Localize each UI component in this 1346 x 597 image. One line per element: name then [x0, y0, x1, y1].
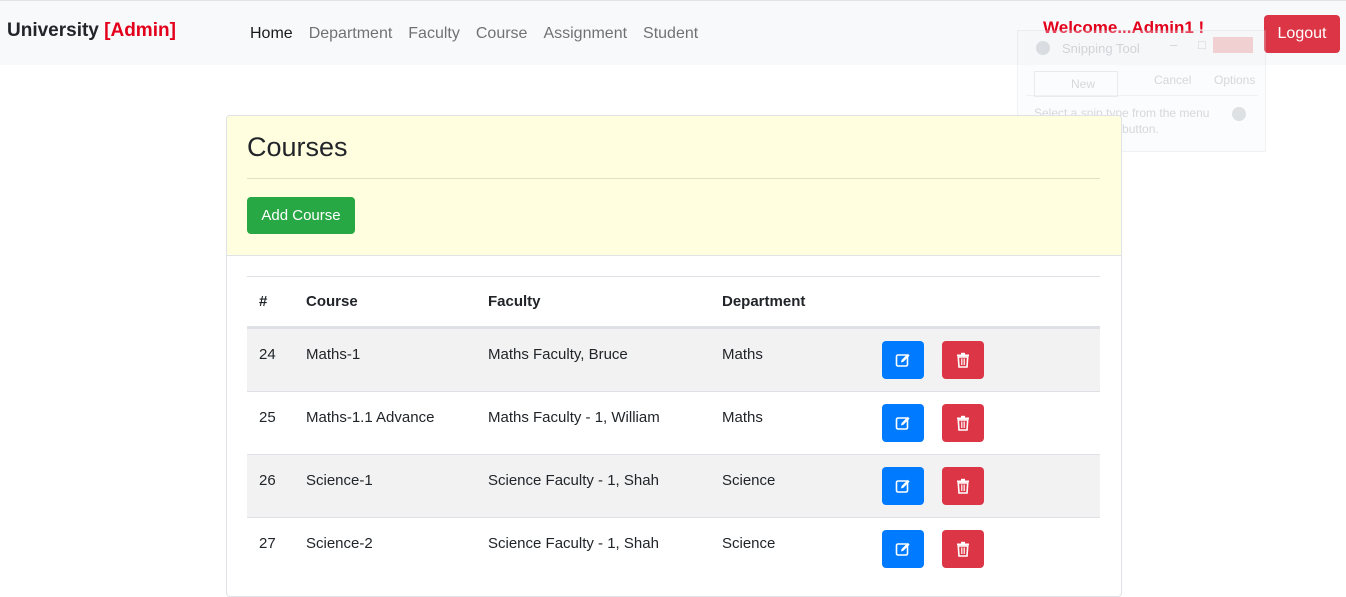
navbar: University [Admin] Home Department Facul… — [0, 0, 1346, 65]
column-header-faculty: Faculty — [488, 293, 541, 310]
cell-faculty: Science Faculty - 1, Shah — [488, 472, 659, 489]
nav-faculty[interactable]: Faculty — [408, 25, 460, 43]
cell-id: 24 — [259, 346, 276, 363]
cell-department: Science — [722, 535, 776, 552]
delete-button[interactable] — [942, 530, 984, 568]
cell-department: Science — [722, 472, 776, 489]
cell-department: Maths — [722, 346, 763, 363]
column-header-id: # — [259, 293, 268, 310]
table-row: 24 Maths-1 Maths Faculty, Bruce Maths — [247, 328, 1100, 391]
cell-id: 26 — [259, 472, 276, 489]
edit-icon — [895, 542, 910, 556]
delete-button[interactable] — [942, 404, 984, 442]
nav-course[interactable]: Course — [476, 25, 528, 43]
edit-icon — [895, 479, 910, 493]
cell-faculty: Maths Faculty - 1, William — [488, 409, 660, 426]
cell-id: 27 — [259, 535, 276, 552]
table-row: 25 Maths-1.1 Advance Maths Faculty - 1, … — [247, 391, 1100, 454]
nav-home[interactable]: Home — [250, 25, 293, 43]
cell-course: Maths-1.1 Advance — [306, 409, 435, 426]
divider — [247, 178, 1100, 179]
cancel-snip-label: Cancel — [1154, 73, 1192, 87]
edit-button[interactable] — [882, 404, 924, 442]
card-header: Courses Add Course — [227, 116, 1121, 256]
page-title: Courses — [247, 132, 348, 162]
trash-icon — [957, 415, 969, 431]
courses-card: Courses Add Course # Course Faculty Depa… — [226, 115, 1122, 597]
edit-button[interactable] — [882, 467, 924, 505]
help-icon — [1232, 107, 1246, 121]
table-row: 27 Science-2 Science Faculty - 1, Shah S… — [247, 517, 1100, 580]
edit-button[interactable] — [882, 341, 924, 379]
nav-links: Home Department Faculty Course Assignmen… — [250, 25, 714, 43]
trash-icon — [957, 541, 969, 557]
options-label: Options — [1214, 73, 1256, 87]
brand-name: University — [7, 20, 99, 41]
trash-icon — [957, 352, 969, 368]
column-header-course: Course — [306, 293, 358, 310]
nav-department[interactable]: Department — [309, 25, 393, 43]
new-snip-button: New — [1034, 71, 1118, 97]
add-course-button[interactable]: Add Course — [247, 197, 355, 234]
new-snip-label: New — [1071, 77, 1096, 91]
edit-button[interactable] — [882, 530, 924, 568]
nav-student[interactable]: Student — [643, 25, 698, 43]
cell-id: 25 — [259, 409, 276, 426]
brand-role: [Admin] — [104, 20, 176, 41]
cell-course: Science-2 — [306, 535, 373, 552]
trash-icon — [957, 478, 969, 494]
cell-faculty: Science Faculty - 1, Shah — [488, 535, 659, 552]
table-header: # Course Faculty Department — [247, 276, 1100, 328]
cell-department: Maths — [722, 409, 763, 426]
welcome-message: Welcome...Admin1 ! — [1043, 18, 1205, 37]
cell-course: Maths-1 — [306, 346, 361, 363]
edit-icon — [895, 353, 910, 367]
brand[interactable]: University [Admin] — [7, 20, 176, 42]
cell-faculty: Maths Faculty, Bruce — [488, 346, 628, 363]
cell-course: Science-1 — [306, 472, 373, 489]
delete-button[interactable] — [942, 341, 984, 379]
snipping-toolbar: New Cancel Options — [1026, 67, 1258, 97]
nav-assignment[interactable]: Assignment — [543, 25, 627, 43]
logout-button[interactable]: Logout — [1264, 15, 1340, 53]
table-row: 26 Science-1 Science Faculty - 1, Shah S… — [247, 454, 1100, 517]
delete-button[interactable] — [942, 467, 984, 505]
edit-icon — [895, 416, 910, 430]
courses-table: # Course Faculty Department 24 Maths-1 M… — [247, 276, 1100, 580]
column-header-department: Department — [722, 293, 806, 310]
